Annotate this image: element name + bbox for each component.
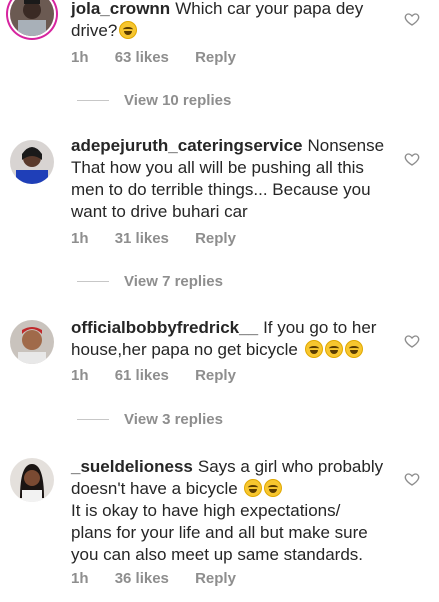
laughing-emoji-icon <box>324 340 343 358</box>
divider-line <box>77 100 109 101</box>
view-replies-button[interactable]: View 7 replies <box>77 273 223 290</box>
comment-username[interactable]: officialbobbyfredrick__ <box>71 318 258 337</box>
comment-body-line: drive? <box>71 21 118 40</box>
laughing-emoji-icon <box>264 479 283 497</box>
comment-body-line: Says a girl who probably <box>197 457 384 476</box>
comment-body-line: you can also meet up same standards. <box>71 545 363 564</box>
reply-button[interactable]: Reply <box>195 49 236 66</box>
comment-body-line: If you go to her <box>263 318 377 337</box>
view-replies-label[interactable]: View 7 replies <box>124 273 223 290</box>
comment-time: 1h <box>71 230 89 247</box>
comment-text: adepejuruth_cateringservice Nonsense That… <box>71 135 401 223</box>
heart-outline-icon[interactable] <box>404 11 420 27</box>
comment-username[interactable]: adepejuruth_cateringservice <box>71 136 302 155</box>
comment-body-line: doesn't have a bicycle <box>71 479 238 498</box>
comment-text: jola_crownn Which car your papa dey drive… <box>71 0 401 42</box>
comment-likes[interactable]: 61 likes <box>115 367 169 384</box>
avatar[interactable] <box>10 320 54 364</box>
reply-button[interactable]: Reply <box>195 367 236 384</box>
comment-item: adepejuruth_cateringservice Nonsense That… <box>0 130 439 250</box>
divider-line <box>77 419 109 420</box>
heart-outline-icon[interactable] <box>404 151 420 167</box>
laughing-emoji-icon <box>344 340 363 358</box>
comment-body-line: men to do terrible things... Because you <box>71 180 371 199</box>
heart-outline-icon[interactable] <box>404 333 420 349</box>
comment-meta: 1h 31 likes Reply <box>71 230 258 247</box>
divider-line <box>77 281 109 282</box>
comment-time: 1h <box>71 570 89 587</box>
comment-meta: 1h 61 likes Reply <box>71 367 258 384</box>
comment-item: jola_crownn Which car your papa dey drive… <box>0 0 439 90</box>
comment-likes[interactable]: 36 likes <box>115 570 169 587</box>
comment-body-line: house,her papa no get bicycle <box>71 340 298 359</box>
laughing-emoji-icon <box>119 21 138 39</box>
comment-text: officialbobbyfredrick__ If you go to her … <box>71 317 401 361</box>
comment-meta: 1h 36 likes Reply <box>71 570 258 587</box>
comment-text: _sueldelioness Says a girl who probably d… <box>71 456 401 566</box>
avatar[interactable] <box>10 458 54 502</box>
view-replies-button[interactable]: View 3 replies <box>77 411 223 428</box>
comment-likes[interactable]: 31 likes <box>115 230 169 247</box>
comment-body-line: want to drive buhari car <box>71 202 248 221</box>
comment-time: 1h <box>71 367 89 384</box>
comment-item: officialbobbyfredrick__ If you go to her … <box>0 312 439 392</box>
view-replies-label[interactable]: View 3 replies <box>124 411 223 428</box>
reply-button[interactable]: Reply <box>195 570 236 587</box>
laughing-emoji-icon <box>244 479 263 497</box>
reply-button[interactable]: Reply <box>195 230 236 247</box>
comment-likes[interactable]: 63 likes <box>115 49 169 66</box>
avatar[interactable] <box>10 140 54 184</box>
comment-item: _sueldelioness Says a girl who probably d… <box>0 453 439 602</box>
avatar[interactable] <box>10 0 54 36</box>
view-replies-button[interactable]: View 10 replies <box>77 92 231 109</box>
comment-username[interactable]: _sueldelioness <box>71 457 193 476</box>
comment-body-line: It is okay to have high expectations/ <box>71 501 341 520</box>
comment-username[interactable]: jola_crownn <box>71 0 170 18</box>
comment-meta: 1h 63 likes Reply <box>71 49 258 66</box>
comment-body-line: plans for your life and all but make sur… <box>71 523 368 542</box>
laughing-emoji-icon <box>304 340 323 358</box>
view-replies-label[interactable]: View 10 replies <box>124 92 231 109</box>
comment-body-line: Which car your papa dey <box>175 0 364 18</box>
comment-body-line: Nonsense <box>307 136 385 155</box>
comment-time: 1h <box>71 49 89 66</box>
comment-body-line: That how you all will be pushing all thi… <box>71 158 364 177</box>
heart-outline-icon[interactable] <box>404 471 420 487</box>
